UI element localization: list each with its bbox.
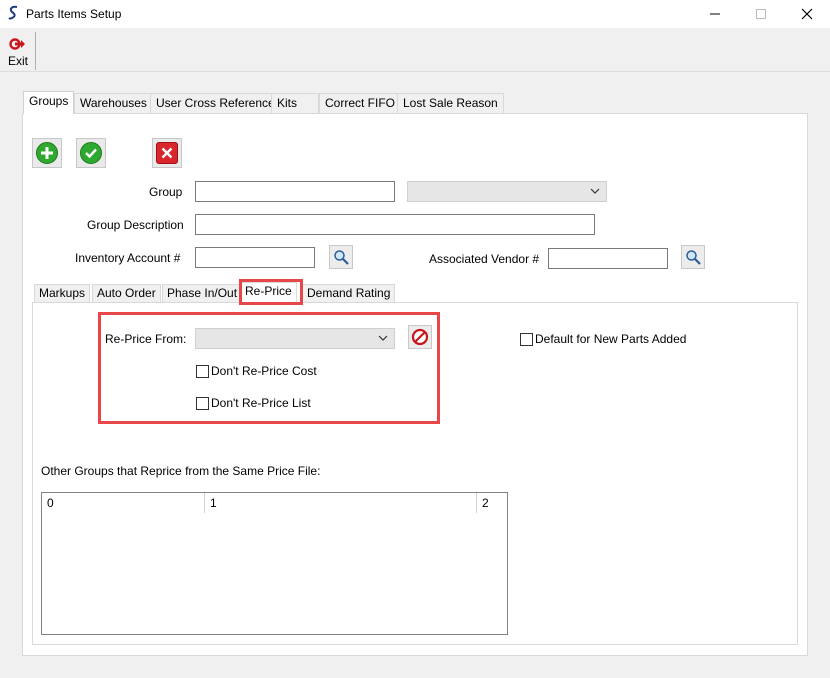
chevron-down-icon bbox=[590, 188, 600, 194]
default-new-parts-checkbox[interactable]: Default for New Parts Added bbox=[520, 332, 686, 346]
inventory-account-label: Inventory Account # bbox=[75, 251, 181, 265]
checkbox-box bbox=[196, 364, 209, 378]
no-entry-icon bbox=[411, 328, 429, 346]
subtab-label: Demand Rating bbox=[307, 286, 391, 300]
tab-correct-fifo[interactable]: Correct FIFO bbox=[319, 93, 402, 113]
associated-vendor-label: Associated Vendor # bbox=[429, 252, 540, 266]
maximize-icon bbox=[756, 9, 766, 19]
tab-groups[interactable]: Groups bbox=[23, 91, 75, 114]
tab-warehouses[interactable]: Warehouses bbox=[74, 93, 153, 113]
re-price-tab-highlight bbox=[239, 279, 303, 305]
chevron-down-icon bbox=[378, 335, 388, 341]
dont-reprice-list-label: Don't Re-Price List bbox=[211, 396, 311, 410]
associated-vendor-input[interactable] bbox=[548, 248, 668, 269]
plus-icon bbox=[36, 142, 58, 164]
checkbox-box bbox=[520, 332, 533, 346]
minimize-button[interactable] bbox=[692, 0, 738, 28]
group-description-label: Group Description bbox=[87, 218, 184, 232]
subtab-label: Markups bbox=[39, 286, 86, 300]
subtab-demand-rating[interactable]: Demand Rating bbox=[302, 284, 396, 302]
tab-label: Warehouses bbox=[80, 96, 147, 110]
subtab-label: Phase In/Out bbox=[167, 286, 238, 300]
group-select[interactable] bbox=[407, 181, 607, 202]
magnifier-icon bbox=[334, 250, 349, 265]
checkmark-icon bbox=[80, 142, 102, 164]
associated-vendor-search-button[interactable] bbox=[681, 245, 705, 269]
reprice-from-select[interactable] bbox=[195, 328, 395, 349]
exit-icon bbox=[9, 38, 25, 50]
default-new-parts-label: Default for New Parts Added bbox=[535, 332, 687, 346]
grid-column-header[interactable]: 0 bbox=[42, 493, 205, 513]
tab-label: Groups bbox=[29, 94, 69, 108]
toolbar-separator bbox=[35, 32, 36, 70]
tab-kits[interactable]: Kits bbox=[271, 93, 319, 113]
group-label: Group bbox=[149, 185, 183, 199]
close-icon bbox=[801, 8, 813, 20]
x-delete-icon bbox=[156, 142, 178, 164]
subtab-markups[interactable]: Markups bbox=[34, 284, 91, 302]
group-description-input[interactable] bbox=[195, 214, 595, 235]
clear-reprice-from-button[interactable] bbox=[408, 325, 432, 349]
dont-reprice-cost-checkbox[interactable]: Don't Re-Price Cost bbox=[196, 364, 317, 378]
tab-label: User Cross Reference bbox=[156, 96, 275, 110]
tab-label: Kits bbox=[277, 96, 298, 110]
grid-column-header[interactable]: 2 bbox=[477, 493, 507, 513]
subtab-auto-order[interactable]: Auto Order bbox=[92, 284, 161, 302]
inventory-account-input[interactable] bbox=[195, 247, 315, 268]
magnifier-icon bbox=[686, 250, 701, 265]
grid-column-header[interactable]: 1 bbox=[205, 493, 477, 513]
toolbar: Exit bbox=[0, 28, 830, 72]
add-button[interactable] bbox=[32, 138, 62, 168]
group-input[interactable] bbox=[195, 181, 395, 202]
dont-reprice-list-checkbox[interactable]: Don't Re-Price List bbox=[196, 396, 311, 410]
tab-lost-sale-reason[interactable]: Lost Sale Reason bbox=[397, 93, 504, 113]
exit-label: Exit bbox=[8, 54, 29, 68]
dont-reprice-cost-label: Don't Re-Price Cost bbox=[211, 364, 317, 378]
delete-button[interactable] bbox=[152, 138, 182, 168]
minimize-icon bbox=[710, 13, 720, 15]
other-groups-grid[interactable]: 0 1 2 bbox=[41, 492, 508, 635]
checkbox-box bbox=[196, 396, 209, 410]
inventory-account-search-button[interactable] bbox=[329, 245, 353, 269]
reprice-from-label: Re-Price From: bbox=[105, 332, 187, 346]
save-button[interactable] bbox=[76, 138, 106, 168]
title-bar: Parts Items Setup bbox=[0, 0, 830, 28]
subtab-phase-in-out[interactable]: Phase In/Out bbox=[162, 284, 243, 302]
tab-user-cross-reference[interactable]: User Cross Reference bbox=[150, 93, 281, 113]
maximize-button[interactable] bbox=[738, 0, 784, 28]
spectrum-s-icon bbox=[8, 5, 18, 20]
window-title: Parts Items Setup bbox=[26, 7, 122, 21]
tab-label: Correct FIFO bbox=[325, 96, 396, 110]
subtab-label: Auto Order bbox=[97, 286, 156, 300]
other-groups-label: Other Groups that Reprice from the Same … bbox=[41, 464, 321, 478]
close-button[interactable] bbox=[784, 0, 830, 28]
exit-button[interactable]: Exit bbox=[4, 34, 30, 70]
tab-label: Lost Sale Reason bbox=[403, 96, 498, 110]
